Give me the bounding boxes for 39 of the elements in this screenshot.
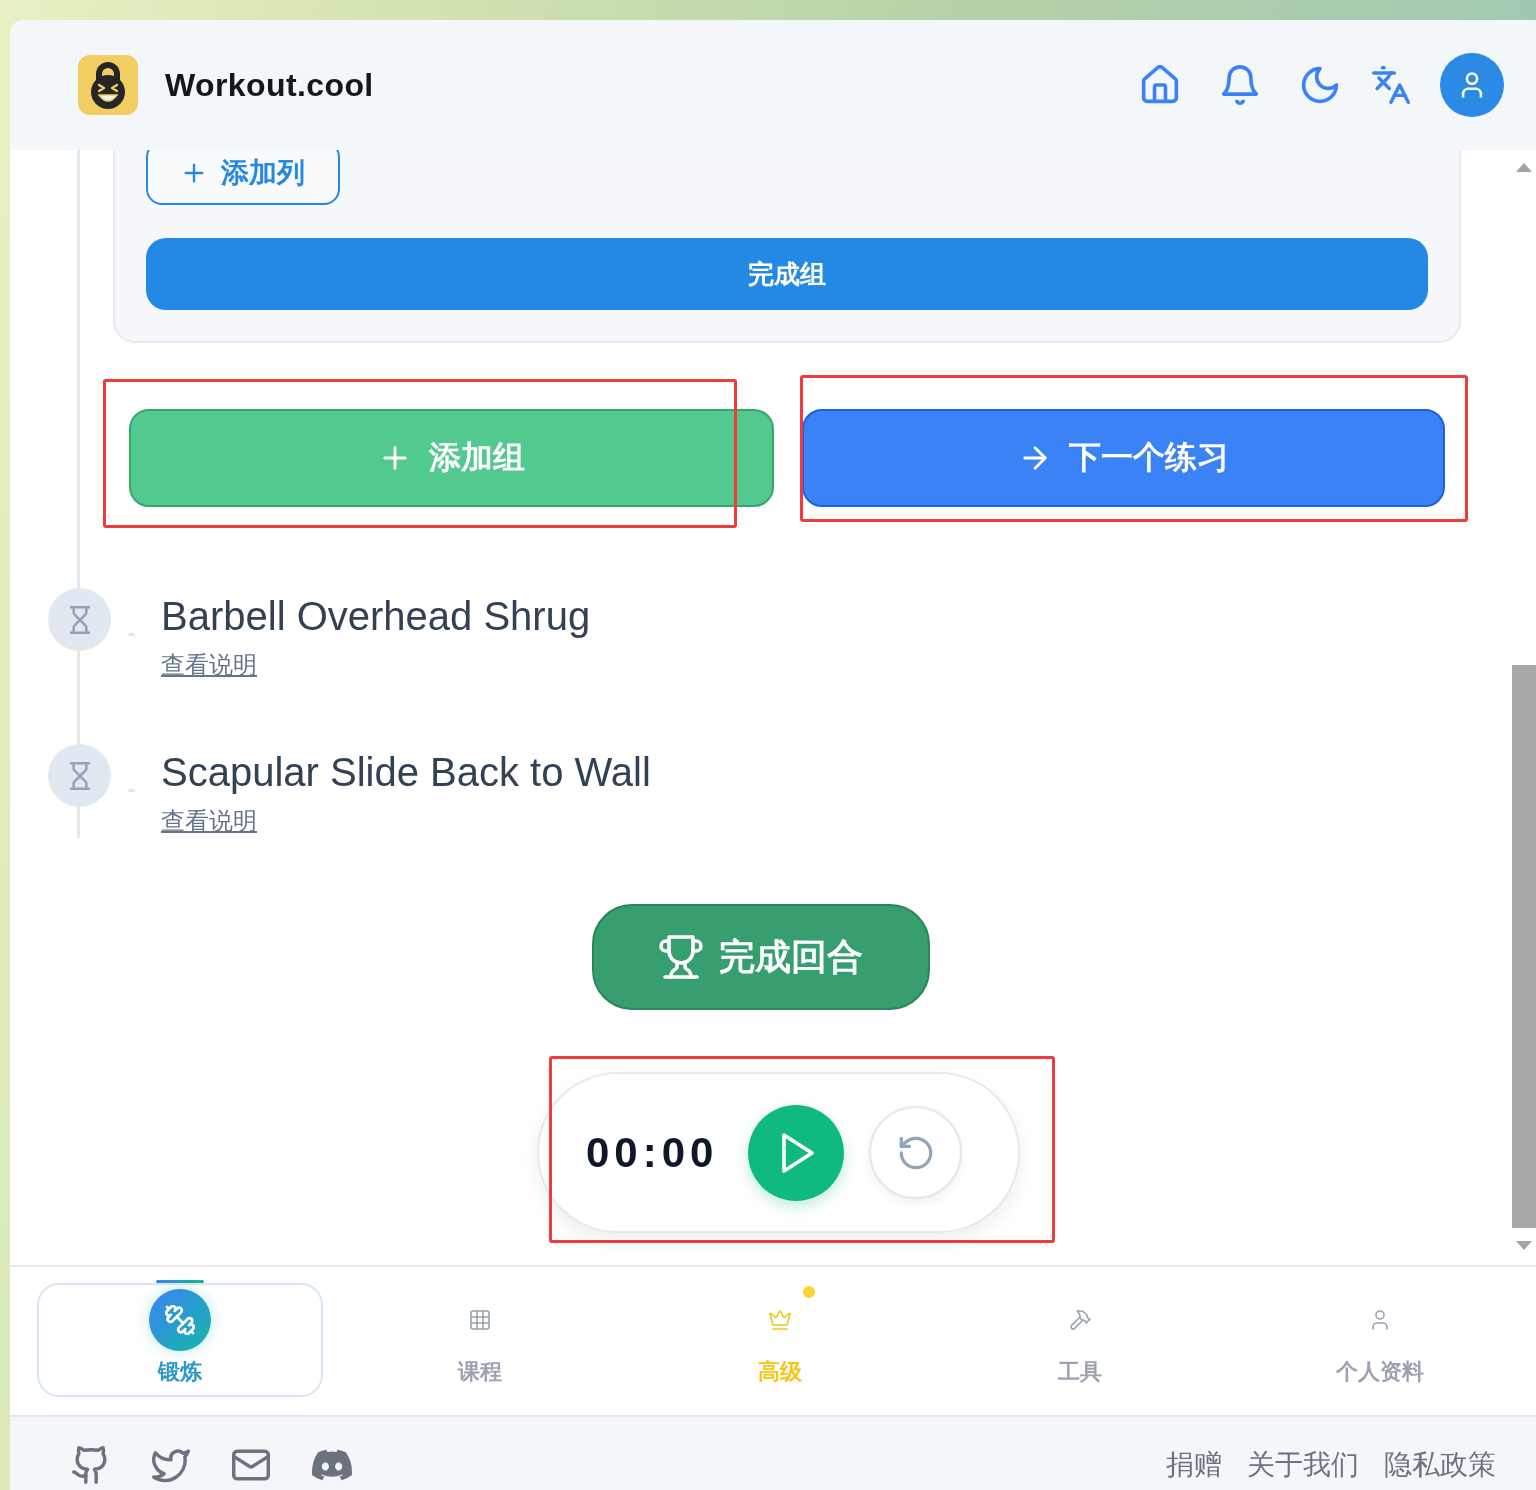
add-set-button[interactable]: 添加组 bbox=[129, 409, 774, 507]
exercise-name: Scapular Slide Back to Wall bbox=[161, 749, 651, 796]
exercise-name: Barbell Overhead Shrug bbox=[161, 593, 591, 640]
hammer-icon bbox=[1069, 1309, 1091, 1331]
language-icon[interactable] bbox=[1372, 66, 1410, 104]
grid-icon bbox=[469, 1309, 491, 1331]
brand-name[interactable]: Workout.cool bbox=[165, 66, 374, 104]
kettlebell-logo-icon[interactable] bbox=[78, 55, 138, 115]
user-icon bbox=[1369, 1309, 1391, 1331]
dumbbell-icon bbox=[149, 1289, 211, 1351]
bird-icon[interactable] bbox=[152, 1446, 190, 1484]
timer-display: 00:00 bbox=[586, 1128, 719, 1177]
nav-tab[interactable]: 工具 bbox=[937, 1283, 1223, 1397]
footer-link[interactable]: 关于我们 bbox=[1247, 1446, 1359, 1484]
complete-round-button[interactable]: 完成回合 bbox=[592, 904, 930, 1010]
home-icon[interactable] bbox=[1140, 65, 1180, 105]
footer-link[interactable]: 隐私政策 bbox=[1384, 1446, 1496, 1484]
scroll-down-icon[interactable] bbox=[1516, 1241, 1532, 1250]
crown-icon bbox=[769, 1309, 791, 1331]
play-icon bbox=[782, 1132, 815, 1173]
trophy-icon bbox=[659, 935, 703, 979]
reset-icon bbox=[897, 1134, 934, 1171]
add-column-button[interactable]: 添加列 bbox=[146, 150, 340, 205]
complete-set-button[interactable]: 完成组 bbox=[146, 238, 1428, 310]
scroll-up-icon[interactable] bbox=[1516, 163, 1532, 172]
discord-icon[interactable] bbox=[312, 1449, 352, 1481]
moon-icon[interactable] bbox=[1300, 65, 1340, 105]
footer-link[interactable]: 捐赠 bbox=[1166, 1446, 1222, 1484]
nav-tab[interactable]: 锻炼 bbox=[37, 1283, 323, 1397]
instructions-link[interactable]: 查看说明 bbox=[161, 804, 257, 838]
active-tab-indicator bbox=[156, 1280, 204, 1283]
instructions-link[interactable]: 查看说明 bbox=[161, 648, 257, 682]
nav-tab[interactable]: 个人资料 bbox=[1237, 1283, 1523, 1397]
play-button[interactable] bbox=[748, 1104, 845, 1201]
scrollbar-thumb[interactable] bbox=[1512, 665, 1536, 1228]
bell-icon[interactable] bbox=[1220, 65, 1260, 105]
mail-icon[interactable] bbox=[232, 1446, 270, 1484]
next-exercise-button[interactable]: 下一个练习 bbox=[802, 409, 1445, 507]
nav-tab[interactable]: 课程 bbox=[337, 1283, 623, 1397]
